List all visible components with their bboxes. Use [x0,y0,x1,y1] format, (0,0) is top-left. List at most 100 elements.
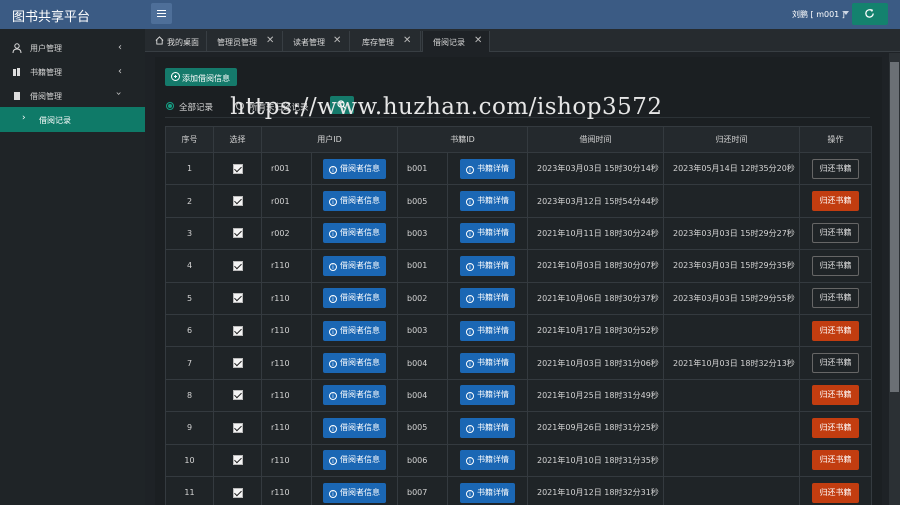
user-menu[interactable]: 刘鹏 [ m001 ] [792,9,845,20]
menu-toggle-button[interactable] [151,3,172,24]
borrower-info-button[interactable]: i 借阅者信息 [323,417,386,438]
book-details-button[interactable]: i 书籍详情 [460,385,515,406]
info-icon: i [329,457,337,466]
book-details-button[interactable]: i 书籍详情 [460,288,515,309]
close-icon[interactable]: ✕ [474,35,482,46]
book-details-button[interactable]: i 书籍详情 [460,255,515,276]
table-row: 6 r110 i 借阅者信息 b003 i 书籍详情 2021年10月17日 18时30分52… [165,313,872,348]
row-checkbox[interactable] [232,163,243,174]
table-row: 9 r110 i 借阅者信息 b005 i 书籍详情 2021年09月26日 18时31分25… [165,411,872,445]
cell-borrow-time: 2021年10月06日 18时30分37秒 [527,281,664,315]
chevron-down-icon[interactable] [843,11,849,15]
row-checkbox[interactable] [232,196,243,207]
book-details-button[interactable]: i 书籍详情 [460,158,515,179]
tab-bar: 我的桌面 管理员管理 ✕ 读者管理 ✕ 库存管理 ✕ 借阅记录 ✕ [145,29,900,52]
return-book-button[interactable]: 归还书籍 [812,417,859,438]
cell-borrow-time: 2021年10月03日 18时30分07秒 [527,249,664,283]
borrower-info-button[interactable]: i 借阅者信息 [323,288,386,309]
cell-no: 2 [165,184,214,218]
row-checkbox[interactable] [232,293,243,304]
cell-no: 6 [165,313,214,348]
cell-user-id: r110 [261,346,312,380]
cell-user-action: i 借阅者信息 [311,313,398,348]
book-details-button[interactable]: i 书籍详情 [460,223,515,244]
row-checkbox[interactable] [232,390,243,401]
return-book-button[interactable]: 归还书籍 [812,353,859,374]
table-row: 7 r110 i 借阅者信息 b004 i 书籍详情 2021年10月03日 18时31分06… [165,346,872,380]
app-title: 图书共享平台 [12,10,91,25]
book-details-label: 书籍详情 [477,422,509,432]
info-icon: i [466,295,474,304]
book-details-button[interactable]: i 书籍详情 [460,191,515,212]
tab-admin-management[interactable]: 管理员管理 ✕ [208,31,283,52]
borrower-info-button[interactable]: i 借阅者信息 [323,482,386,503]
tab-reader-management[interactable]: 读者管理 ✕ [284,31,350,52]
return-book-button[interactable]: 归还书籍 [812,320,859,341]
tab-borrow-records[interactable]: 借阅记录 ✕ [422,31,490,52]
row-checkbox[interactable] [232,358,243,369]
sidebar-item-borrow-management[interactable]: 借阅管理 ‹ [0,84,145,108]
cell-user-action: i 借阅者信息 [311,184,398,218]
book-details-button[interactable]: i 书籍详情 [460,320,515,341]
return-book-button[interactable]: 归还书籍 [812,191,859,212]
table-row: 4 r110 i 借阅者信息 b001 i 书籍详情 2021年10月03日 18时30分07… [165,249,872,283]
book-details-label: 书籍详情 [477,455,509,465]
row-checkbox[interactable] [232,487,243,498]
cell-select [213,475,262,505]
book-details-button[interactable]: i 书籍详情 [460,353,515,374]
cell-user-id: r110 [261,475,312,505]
cell-select [213,313,262,348]
close-icon[interactable]: ✕ [333,35,341,46]
scrollbar-thumb[interactable] [890,62,899,392]
row-checkbox[interactable] [232,455,243,466]
return-book-button[interactable]: 归还书籍 [812,158,859,179]
row-checkbox[interactable] [232,325,243,336]
row-checkbox[interactable] [232,260,243,271]
return-book-button[interactable]: 归还书籍 [812,385,859,406]
cell-select [213,151,262,186]
return-book-button[interactable]: 归还书籍 [812,255,859,276]
refresh-button[interactable] [852,3,888,25]
book-details-button[interactable]: i 书籍详情 [460,417,515,438]
book-details-label: 书籍详情 [477,390,509,400]
close-icon[interactable]: ✕ [266,35,274,46]
cell-return-time: 2021年10月03日 18时32分13秒 [663,346,800,380]
borrower-info-button[interactable]: i 借阅者信息 [323,223,386,244]
hamburger-icon [157,16,166,17]
return-book-button[interactable]: 归还书籍 [812,223,859,244]
sidebar-item-label: 书籍管理 [30,68,62,77]
borrower-info-button[interactable]: i 借阅者信息 [323,385,386,406]
sidebar-item-book-management[interactable]: 书籍管理 ‹ [0,60,145,84]
tab-stock-management[interactable]: 库存管理 ✕ [351,31,421,52]
return-book-button[interactable]: 归还书籍 [812,482,859,503]
borrower-info-button[interactable]: i 借阅者信息 [323,255,386,276]
cell-actions: 归还书籍 [799,378,872,413]
row-checkbox[interactable] [232,228,243,239]
add-borrow-button[interactable]: 添加借阅信息 [165,68,237,86]
table-row: 8 r110 i 借阅者信息 b004 i 书籍详情 2021年10月25日 18时31分49… [165,378,872,413]
cell-book-id: b004 [397,346,448,380]
cell-user-id: r002 [261,216,312,251]
borrower-info-button[interactable]: i 借阅者信息 [323,450,386,471]
cell-actions: 归还书籍 [799,411,872,445]
borrower-info-button[interactable]: i 借阅者信息 [323,158,386,179]
book-icon [14,92,20,100]
row-checkbox[interactable] [232,422,243,433]
borrower-info-button[interactable]: i 借阅者信息 [323,320,386,341]
cell-book-action: i 书籍详情 [447,184,528,218]
close-icon[interactable]: ✕ [403,35,411,46]
sidebar-item-borrow-records[interactable]: › 借阅记录 [0,107,145,132]
book-details-label: 书籍详情 [477,260,509,270]
borrower-info-button[interactable]: i 借阅者信息 [323,353,386,374]
book-details-button[interactable]: i 书籍详情 [460,450,515,471]
cell-no: 5 [165,281,214,315]
radio-all-records[interactable] [166,102,174,110]
tab-desktop[interactable]: 我的桌面 [149,31,207,52]
sidebar-item-user-management[interactable]: 用户管理 ‹ [0,36,145,60]
info-icon: i [329,424,337,433]
book-details-button[interactable]: i 书籍详情 [460,482,515,503]
borrower-info-button[interactable]: i 借阅者信息 [323,191,386,212]
return-book-button[interactable]: 归还书籍 [812,450,859,471]
return-book-button[interactable]: 归还书籍 [812,288,859,309]
info-icon: i [329,262,337,271]
